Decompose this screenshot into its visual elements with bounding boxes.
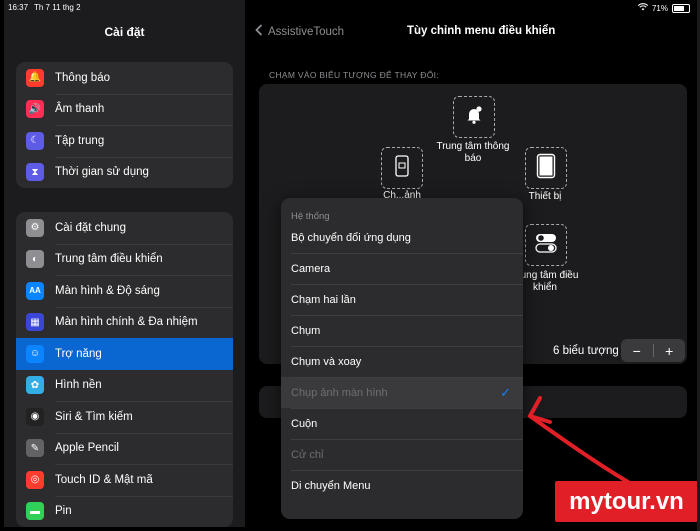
slot-device[interactable] bbox=[525, 147, 567, 189]
menu-item[interactable]: Camera bbox=[281, 253, 523, 284]
menu-item-label: Bộ chuyển đổi ứng dụng bbox=[291, 231, 411, 244]
sidebar-item[interactable]: ▬ Pin bbox=[16, 495, 233, 528]
toggles-icon bbox=[535, 232, 557, 259]
sidebar-item-label: Thông báo bbox=[55, 71, 110, 84]
menu-item[interactable]: Chạm hai lần bbox=[281, 284, 523, 315]
sidebar-item-label: Touch ID & Mật mã bbox=[55, 473, 153, 486]
sidebar-item[interactable]: ⧗ Thời gian sử dụng bbox=[16, 156, 233, 189]
status-bar: 16:37 Th 7 11 thg 2 71% bbox=[0, 0, 700, 14]
bell-badge-icon bbox=[464, 105, 484, 130]
wifi-icon bbox=[637, 3, 649, 13]
toggles-icon: ◐ bbox=[26, 250, 44, 269]
fingerprint-icon: ◎ bbox=[26, 470, 44, 489]
sidebar-item-label: Màn hình & Độ sáng bbox=[55, 284, 160, 297]
menu-item-label: Di chuyển Menu bbox=[291, 479, 371, 492]
menu-item[interactable]: Chụp ảnh màn hình ✓ bbox=[281, 377, 523, 408]
page-title: Tùy chỉnh menu điều khiển bbox=[407, 25, 556, 37]
sidebar-title: Cài đặt bbox=[104, 25, 145, 39]
sidebar-group-general: ⚙ Cài đặt chung ◐ Trung tâm điều khiển AA Màn… bbox=[16, 212, 233, 527]
slot-notification-center[interactable] bbox=[453, 96, 495, 138]
slot-label-notification-center: Trung tâm thông báo bbox=[436, 141, 510, 164]
sidebar-item[interactable]: AA Màn hình & Độ sáng bbox=[16, 275, 233, 307]
sidebar-item-label: Màn hình chính & Đa nhiệm bbox=[55, 316, 198, 329]
menu-item-label: Cuộn bbox=[291, 417, 318, 430]
moon-icon: ☾ bbox=[26, 131, 44, 150]
sidebar-item-label: Trung tâm điều khiển bbox=[55, 253, 163, 266]
menu-item-label: Chụm bbox=[291, 324, 321, 337]
status-right: 71% bbox=[637, 3, 690, 13]
flower-icon: ✿ bbox=[26, 376, 44, 395]
sidebar-item-label: Hình nền bbox=[55, 379, 102, 392]
sidebar-item-label: Âm thanh bbox=[55, 103, 105, 116]
decrement-button[interactable]: − bbox=[621, 343, 653, 359]
sidebar-item[interactable]: 🔊 Âm thanh bbox=[16, 93, 233, 126]
sidebar-item[interactable]: ☾ Tập trung bbox=[16, 125, 233, 157]
text-size-icon: AA bbox=[26, 281, 44, 300]
menu-item-label: Camera bbox=[291, 262, 331, 275]
sidebar-item-label: Thời gian sử dụng bbox=[55, 166, 149, 179]
icon-count-label: 6 biểu tượng bbox=[553, 345, 619, 357]
menu-item[interactable]: Cử chỉ bbox=[281, 439, 523, 470]
menu-item-label: Chụm và xoay bbox=[291, 355, 362, 368]
sidebar-item-label: Pin bbox=[55, 505, 72, 518]
hourglass-icon: ⧗ bbox=[26, 163, 44, 182]
sidebar-item[interactable]: ◉ Siri & Tìm kiếm bbox=[16, 401, 233, 433]
menu-item-label: Chụp ảnh màn hình bbox=[291, 386, 388, 399]
sidebar-item[interactable]: ✿ Hình nền bbox=[16, 370, 233, 402]
status-date: Th 7 11 thg 2 bbox=[34, 3, 81, 12]
menu-item[interactable]: Di chuyển Menu bbox=[281, 470, 523, 501]
sidebar-item[interactable]: ⚙ Cài đặt chung bbox=[16, 212, 233, 244]
menu-item[interactable]: Cuộn bbox=[281, 408, 523, 439]
increment-button[interactable]: + bbox=[654, 343, 686, 359]
battery-icon: ▬ bbox=[26, 502, 44, 521]
gear-icon: ⚙ bbox=[26, 218, 44, 237]
speaker-icon: 🔊 bbox=[26, 100, 44, 119]
battery-percent: 71% bbox=[651, 3, 668, 13]
back-button[interactable]: AssistiveTouch bbox=[255, 24, 344, 39]
menu-item-label: Chạm hai lần bbox=[291, 293, 356, 306]
slot-screenshot[interactable] bbox=[381, 147, 423, 189]
sidebar-item[interactable]: ☺ Trợ năng bbox=[16, 338, 233, 370]
menu-item[interactable]: Chụm và xoay bbox=[281, 346, 523, 377]
ipad-screen: 16:37 Th 7 11 thg 2 71% Cài đặt 🔔 Thông b… bbox=[0, 0, 700, 531]
status-time: 16:37 bbox=[8, 3, 29, 12]
screenshot-icon bbox=[395, 154, 409, 182]
sidebar-item[interactable]: ◎ Touch ID & Mật mã bbox=[16, 464, 233, 496]
sidebar-group-notifications: 🔔 Thông báo 🔊 Âm thanh ☾ Tập trung ⧗ Thời gian … bbox=[16, 62, 233, 188]
watermark-logo: mytour.vn bbox=[555, 481, 698, 522]
sidebar-item[interactable]: ✎ Apple Pencil bbox=[16, 432, 233, 465]
sidebar-item-label: Trợ năng bbox=[55, 347, 102, 360]
battery-icon bbox=[672, 3, 690, 13]
action-picker-menu: Hệ thống Bộ chuyển đổi ứng dụng Camera Chạ… bbox=[281, 198, 523, 519]
sidebar-item-label: Tập trung bbox=[55, 134, 105, 147]
pencil-icon: ✎ bbox=[26, 439, 44, 458]
chevron-left-icon bbox=[255, 24, 263, 39]
back-label: AssistiveTouch bbox=[268, 25, 345, 38]
ipad-icon bbox=[536, 153, 556, 184]
section-label: CHẠM VÀO BIỂU TƯỢNG ĐỂ THAY ĐỔI: bbox=[269, 70, 439, 80]
menu-item-label: Cử chỉ bbox=[291, 448, 324, 461]
slot-label-device: Thiết bị bbox=[528, 191, 562, 202]
grid-icon: ▦ bbox=[26, 313, 44, 332]
menu-section-header: Hệ thống bbox=[291, 211, 330, 222]
sidebar-item-label: Apple Pencil bbox=[55, 442, 119, 455]
sidebar-item-label: Cài đặt chung bbox=[55, 221, 126, 234]
menu-item[interactable]: Chụm bbox=[281, 315, 523, 346]
sidebar-item[interactable]: ◐ Trung tâm điều khiển bbox=[16, 243, 233, 276]
slot-control-center[interactable] bbox=[525, 224, 567, 266]
sidebar-item-label: Siri & Tìm kiếm bbox=[55, 410, 133, 423]
menu-item[interactable]: Bộ chuyển đổi ứng dụng bbox=[281, 222, 523, 253]
bell-icon: 🔔 bbox=[26, 68, 44, 87]
accessibility-icon: ☺ bbox=[26, 344, 44, 363]
siri-icon: ◉ bbox=[26, 407, 44, 426]
icon-count-stepper[interactable]: − + bbox=[621, 339, 685, 362]
settings-sidebar: Cài đặt 🔔 Thông báo 🔊 Âm thanh ☾ Tập trung ⧗ Th… bbox=[4, 0, 245, 527]
sidebar-item[interactable]: 🔔 Thông báo bbox=[16, 62, 233, 94]
sidebar-item[interactable]: ▦ Màn hình chính & Đa nhiệm bbox=[16, 306, 233, 339]
